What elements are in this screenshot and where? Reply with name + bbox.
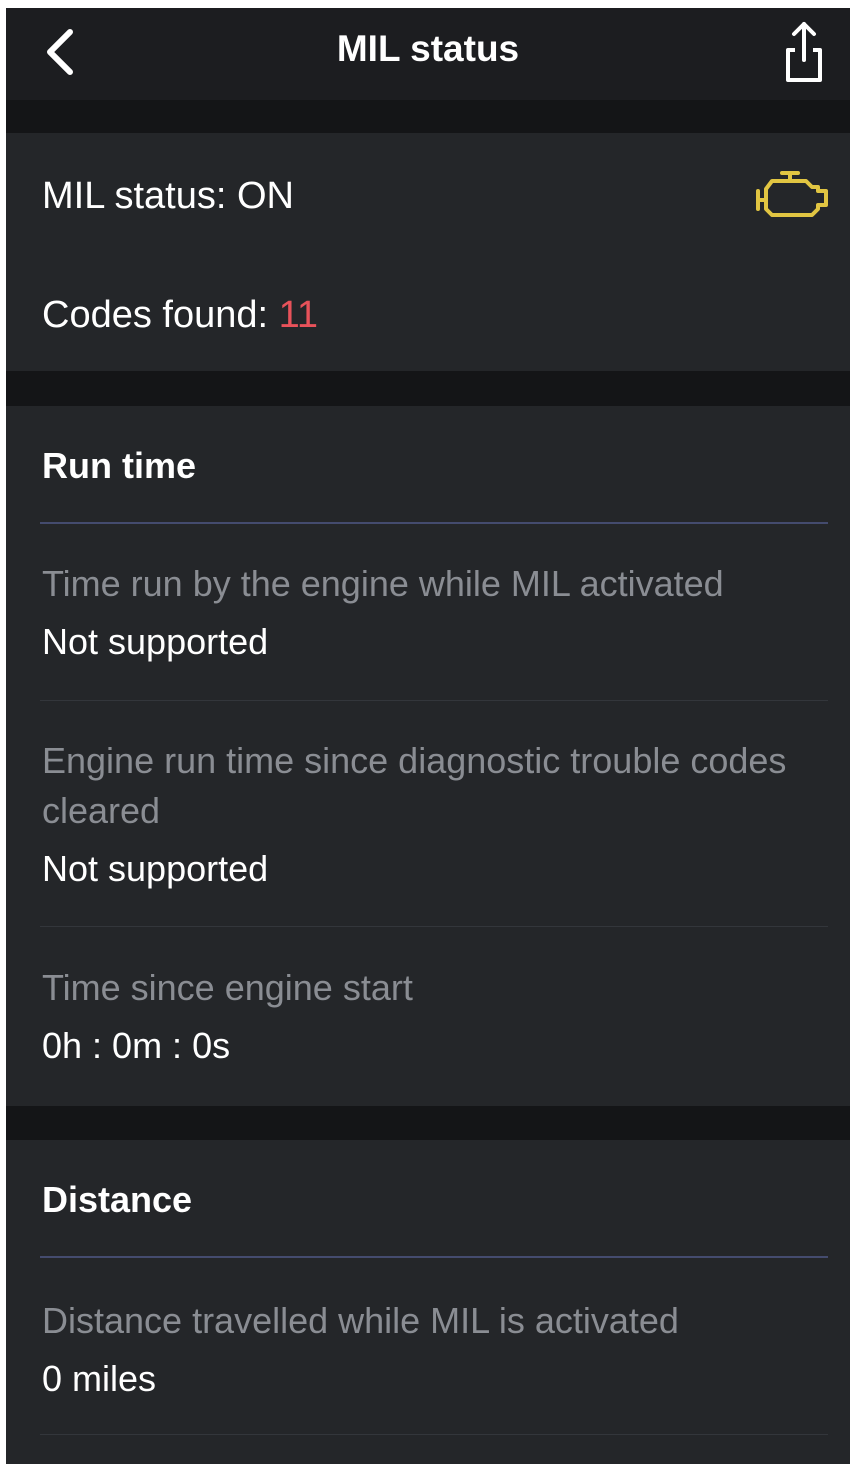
item-label: Time since engine start (42, 967, 413, 1008)
item-divider (40, 926, 828, 927)
section-title-distance: Distance (42, 1179, 193, 1220)
item-label: Distance travelled while MIL is activate… (42, 1300, 679, 1341)
share-icon (786, 22, 822, 82)
item-value: 0 miles (42, 1358, 157, 1399)
screen: MIL status MIL status: ON Codes found: 1… (6, 8, 850, 1464)
codes-found-count: 11 (278, 294, 319, 336)
mil-status-card: MIL status: ON Codes found: 11 (6, 133, 850, 371)
mil-status-line: MIL status: ON (42, 173, 294, 219)
section-title-run-time: Run time (42, 445, 197, 486)
check-engine-icon (756, 171, 828, 217)
item-value: Not supported (42, 848, 269, 889)
codes-found-label: Codes found: (42, 294, 279, 336)
share-button[interactable] (776, 18, 832, 86)
item-label: Time run by the engine while MIL activat… (42, 563, 724, 604)
section-divider (40, 522, 828, 524)
mil-status-value: ON (237, 175, 294, 217)
page-title: MIL status (336, 28, 520, 69)
navigation-bar: MIL status (6, 8, 850, 100)
item-divider (40, 1434, 828, 1435)
item-label: Engine run time since diagnostic trouble… (42, 740, 787, 831)
section-divider (40, 1256, 828, 1258)
item-divider (40, 700, 828, 701)
run-time-card: Run time Time run by the engine while MI… (6, 406, 850, 1106)
codes-found-line: Codes found: 11 (42, 292, 318, 338)
mil-status-label: MIL status: (42, 175, 237, 217)
item-value: 0h : 0m : 0s (42, 1025, 231, 1066)
distance-card: Distance Distance travelled while MIL is… (6, 1140, 850, 1464)
item-value: Not supported (42, 621, 269, 662)
